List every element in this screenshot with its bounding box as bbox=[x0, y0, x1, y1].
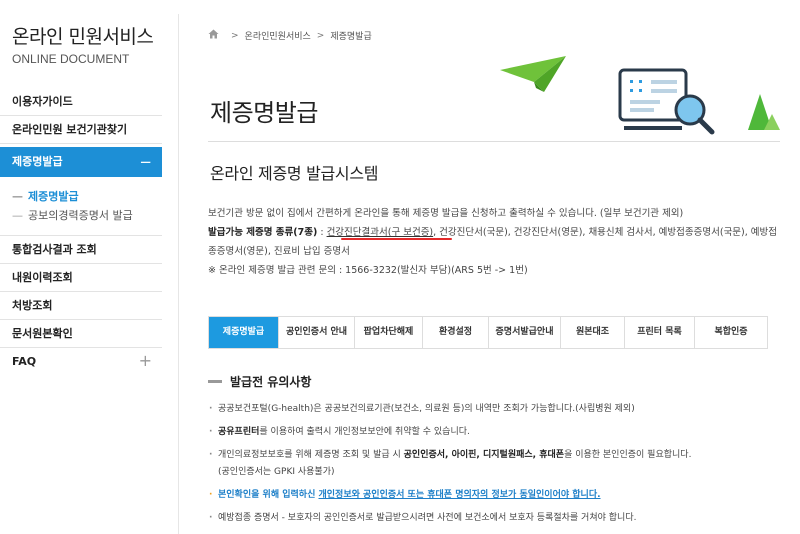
notice-underlined-text: 개인정보와 공인인증서 또는 휴대폰 명의자의 정보가 동일인이어야 합니다. bbox=[318, 490, 601, 500]
sidebar-subtitle: ONLINE DOCUMENT bbox=[12, 52, 130, 66]
description-line: 보건기관 방문 없이 집에서 간편하게 온라인을 통해 제증명 발급을 신청하고… bbox=[208, 208, 684, 219]
collapse-icon[interactable]: − bbox=[139, 147, 152, 177]
sidebar-item-label: 온라인민원 보건기관찾기 bbox=[12, 123, 128, 136]
certificate-type-highlight: 건강진단결과서(구 보건증) bbox=[326, 227, 434, 238]
sidebar-item-label: 통합검사결과 조회 bbox=[12, 243, 97, 256]
notice-item: 예방접종 증명서 - 보호자의 공인인증서로 발급받으시려면 사전에 보건소에서… bbox=[206, 510, 781, 527]
title-bar-icon bbox=[208, 380, 222, 383]
tab-bar: 제증명발급 공인인증서 안내 팝업차단해제 환경설정 증명서발급안내 원본대조 … bbox=[208, 316, 768, 349]
inquiry-line: ※ 온라인 제증명 발급 관련 문의 : 1566-3232(발신자 부담)(A… bbox=[208, 265, 528, 276]
notice-item: 공공보건포털(G-health)은 공공보건의료기관(보건소, 의료원 등)의 … bbox=[206, 401, 781, 418]
chevron-right-icon: > bbox=[231, 30, 239, 41]
breadcrumb-item[interactable]: 온라인민원서비스 bbox=[245, 29, 311, 42]
home-icon[interactable] bbox=[208, 29, 219, 42]
notice-item: 공유프린터를 이용하여 출력시 개인정보보안에 취약할 수 있습니다. bbox=[206, 424, 781, 441]
header-illustration bbox=[498, 48, 782, 143]
sidebar-title: 온라인 민원서비스 bbox=[12, 26, 154, 48]
sidebar-item-label: 이용자가이드 bbox=[12, 95, 73, 108]
tab-multi-auth[interactable]: 복합인증 bbox=[695, 317, 767, 348]
submenu-item-public-doctor-career[interactable]: — 공보의경력증명서 발급 bbox=[0, 206, 162, 225]
notice-text: 을 이용한 본인인증이 필요합니다. bbox=[564, 450, 692, 460]
breadcrumb-item-current: 제증명발급 bbox=[330, 32, 372, 42]
tab-environment-settings[interactable]: 환경설정 bbox=[423, 317, 489, 348]
colon-text: : bbox=[317, 227, 327, 238]
paper-plane-icon bbox=[500, 56, 566, 92]
chevron-right-icon: > bbox=[316, 30, 325, 41]
tree-icon bbox=[748, 94, 780, 130]
red-underline-mark bbox=[341, 238, 452, 240]
sidebar-item-label: 처방조회 bbox=[12, 299, 53, 312]
tab-printer-list[interactable]: 프린터 목록 bbox=[625, 317, 695, 348]
sidebar-item-test-results[interactable]: 통합검사결과 조회 bbox=[0, 236, 162, 264]
notice-bold: 공유프린터 bbox=[218, 427, 260, 437]
vertical-divider bbox=[178, 14, 179, 534]
sidebar-item-prescription[interactable]: 처방조회 bbox=[0, 292, 162, 320]
sidebar-item-faq[interactable]: FAQ + bbox=[0, 348, 162, 376]
description-certificate-types: 발급가능 제증명 종류(7종) : 건강진단결과서(구 보건증), 건강진단서(… bbox=[208, 223, 778, 261]
sidebar-item-certificate-issuance[interactable]: 제증명발급 − bbox=[0, 147, 162, 177]
sidebar-submenu: — 제증명발급 — 공보의경력증명서 발급 bbox=[0, 177, 162, 236]
certificate-types-label: 발급가능 제증명 종류(7종) bbox=[208, 227, 318, 238]
notice-bold: 공인인증서, 아이핀, 디지털원패스, 휴대폰 bbox=[403, 450, 565, 460]
dash-icon: — bbox=[12, 190, 23, 203]
sidebar: 온라인 민원서비스 ONLINE DOCUMENT 이용자가이드 온라인민원 보… bbox=[0, 0, 162, 534]
sidebar-item-original-document[interactable]: 문서원본확인 bbox=[0, 320, 162, 348]
notice-list: 공공보건포털(G-health)은 공공보건의료기관(보건소, 의료원 등)의 … bbox=[206, 401, 781, 533]
expand-icon[interactable]: + bbox=[139, 347, 152, 375]
notice-text: (공인인증서는 GPKI 사용불가) bbox=[218, 467, 335, 477]
page-title: 제증명발급 bbox=[210, 99, 318, 127]
section-title: 온라인 제증명 발급시스템 bbox=[210, 164, 379, 183]
notice-text: 본인확인을 위해 입력하신 bbox=[218, 490, 319, 500]
notice-item: 개인의료정보보호를 위해 제증명 조회 및 발급 시 공인인증서, 아이핀, 디… bbox=[206, 447, 781, 481]
sidebar-menu: 이용자가이드 온라인민원 보건기관찾기 제증명발급 − — 제증명발급 — 공보의경력… bbox=[0, 88, 162, 376]
submenu-item-certificate[interactable]: — 제증명발급 bbox=[0, 187, 162, 206]
dash-icon: — bbox=[12, 209, 23, 222]
notice-title-text: 발급전 유의사항 bbox=[230, 375, 312, 389]
tab-issuance-guide[interactable]: 증명서발급안내 bbox=[489, 317, 561, 348]
document-card-icon bbox=[618, 68, 688, 130]
sidebar-item-label: FAQ bbox=[12, 355, 37, 368]
submenu-item-label: 공보의경력증명서 발급 bbox=[28, 209, 133, 222]
tab-popup-unblock[interactable]: 팝업차단해제 bbox=[355, 317, 423, 348]
notice-text: 를 이용하여 출력시 개인정보보안에 취약할 수 있습니다. bbox=[259, 427, 470, 437]
notice-item-warning: 본인확인을 위해 입력하신 개인정보와 공인인증서 또는 휴대폰 명의자의 정보… bbox=[206, 487, 781, 504]
sidebar-item-user-guide[interactable]: 이용자가이드 bbox=[0, 88, 162, 116]
sidebar-item-label: 제증명발급 bbox=[12, 155, 63, 168]
notice-text: 개인의료정보보호를 위해 제증명 조회 및 발급 시 bbox=[218, 450, 404, 460]
tab-certificate-issuance[interactable]: 제증명발급 bbox=[209, 317, 279, 348]
breadcrumb: > 온라인민원서비스 > 제증명발급 bbox=[208, 29, 372, 42]
sidebar-item-label: 내원이력조회 bbox=[12, 271, 73, 284]
submenu-item-label: 제증명발급 bbox=[28, 190, 79, 203]
tab-original-comparison[interactable]: 원본대조 bbox=[561, 317, 625, 348]
title-divider bbox=[208, 141, 780, 142]
notice-title: 발급전 유의사항 bbox=[208, 373, 311, 390]
tab-certificate-guide[interactable]: 공인인증서 안내 bbox=[279, 317, 355, 348]
sidebar-item-visit-history[interactable]: 내원이력조회 bbox=[0, 264, 162, 292]
sidebar-item-find-health-center[interactable]: 온라인민원 보건기관찾기 bbox=[0, 116, 162, 144]
sidebar-item-label: 문서원본확인 bbox=[12, 327, 73, 340]
description: 보건기관 방문 없이 집에서 간편하게 온라인을 통해 제증명 발급을 신청하고… bbox=[208, 204, 778, 280]
